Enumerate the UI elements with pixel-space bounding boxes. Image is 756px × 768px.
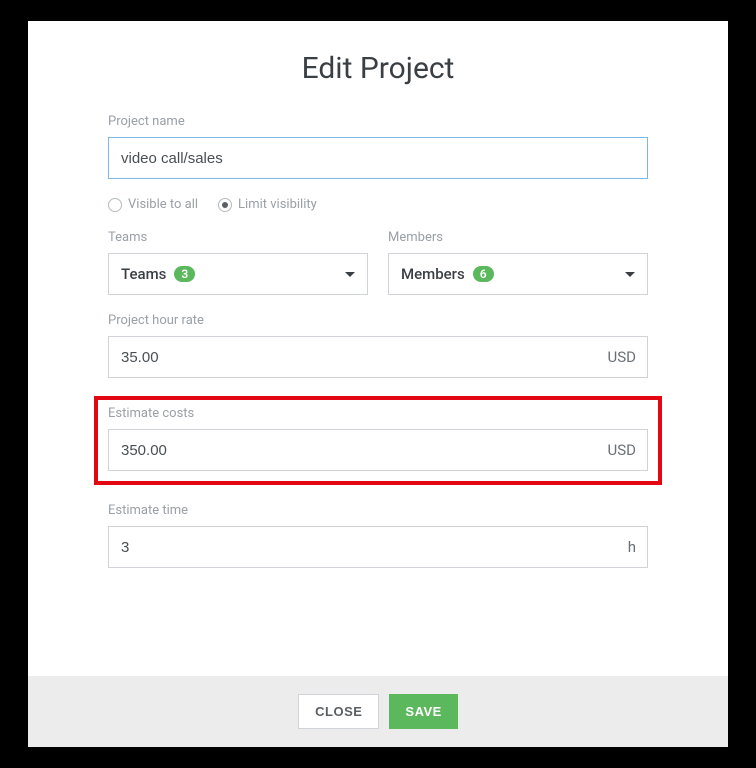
teams-count-badge: 3 <box>174 266 195 282</box>
close-button[interactable]: CLOSE <box>298 694 379 729</box>
members-col: Members Members 6 <box>388 230 648 295</box>
teams-col: Teams Teams 3 <box>108 230 368 295</box>
members-label: Members <box>388 230 648 245</box>
estimate-time-group: Estimate time h <box>108 503 648 568</box>
project-name-label: Project name <box>108 114 648 129</box>
limit-visibility-option[interactable]: Limit visibility <box>218 197 317 212</box>
estimate-costs-wrapper: USD <box>108 429 648 471</box>
estimate-costs-highlight: Estimate costs USD <box>94 396 662 485</box>
members-select-left: Members 6 <box>401 265 494 283</box>
estimate-time-wrapper: h <box>108 526 648 568</box>
modal-body: Edit Project Project name Visible to all… <box>28 21 728 676</box>
hour-rate-suffix: USD <box>608 348 636 366</box>
hour-rate-label: Project hour rate <box>108 313 648 328</box>
edit-project-modal: Edit Project Project name Visible to all… <box>28 21 728 747</box>
select-row: Teams Teams 3 Members Members 6 <box>108 230 648 295</box>
hour-rate-wrapper: USD <box>108 336 648 378</box>
estimate-costs-group: Estimate costs USD <box>108 406 648 471</box>
members-select[interactable]: Members 6 <box>388 253 648 295</box>
modal-footer: CLOSE SAVE <box>28 676 728 747</box>
modal-title: Edit Project <box>108 51 648 86</box>
radio-icon <box>218 198 232 212</box>
teams-select-label: Teams <box>121 265 166 283</box>
teams-select[interactable]: Teams 3 <box>108 253 368 295</box>
visible-to-all-label: Visible to all <box>128 197 198 212</box>
visibility-radios: Visible to all Limit visibility <box>108 197 648 212</box>
estimate-costs-label: Estimate costs <box>108 406 648 421</box>
hour-rate-input[interactable] <box>108 336 648 378</box>
estimate-time-suffix: h <box>628 538 636 556</box>
teams-select-left: Teams 3 <box>121 265 195 283</box>
members-select-label: Members <box>401 265 465 283</box>
members-count-badge: 6 <box>473 266 494 282</box>
project-name-input[interactable] <box>108 137 648 179</box>
project-name-group: Project name <box>108 114 648 179</box>
radio-icon <box>108 198 122 212</box>
chevron-down-icon <box>625 272 635 277</box>
estimate-time-label: Estimate time <box>108 503 648 518</box>
hour-rate-group: Project hour rate USD <box>108 313 648 378</box>
save-button[interactable]: SAVE <box>389 694 457 729</box>
chevron-down-icon <box>345 272 355 277</box>
limit-visibility-label: Limit visibility <box>238 197 317 212</box>
visible-to-all-option[interactable]: Visible to all <box>108 197 198 212</box>
estimate-costs-suffix: USD <box>608 441 636 459</box>
teams-label: Teams <box>108 230 368 245</box>
estimate-costs-input[interactable] <box>108 429 648 471</box>
estimate-time-input[interactable] <box>108 526 648 568</box>
